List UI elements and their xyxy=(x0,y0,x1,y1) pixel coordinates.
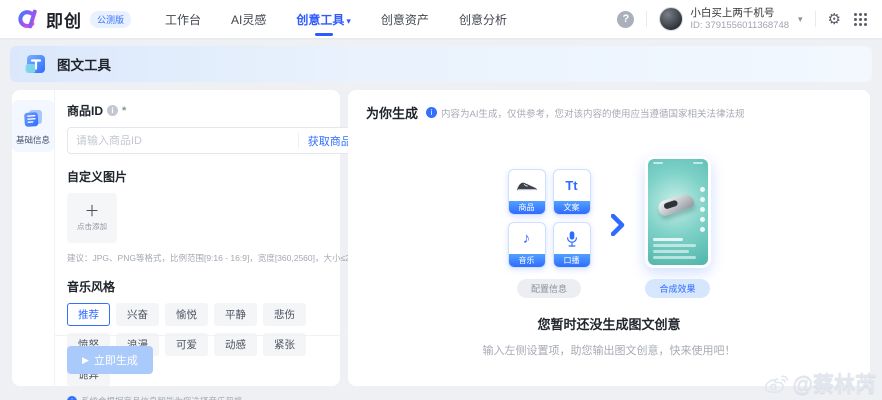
rail-item-basic-info[interactable]: 基础信息 xyxy=(12,100,54,152)
info-icon: i xyxy=(107,105,118,116)
config-card-label: 商品 xyxy=(509,201,545,214)
left-rail: 基础信息 xyxy=(12,90,55,386)
music-tag-sad[interactable]: 悲伤 xyxy=(263,303,306,326)
app-logo[interactable]: 即创 公测版 xyxy=(14,7,131,32)
page-header: 图文工具 xyxy=(10,46,872,82)
beta-badge: 公测版 xyxy=(90,11,131,28)
music-note-icon: ♪ xyxy=(523,230,531,247)
product-id-input-row: 获取商品 xyxy=(67,127,362,154)
phone-screen xyxy=(648,159,708,265)
nav-item-workbench[interactable]: 工作台 xyxy=(165,0,201,39)
chevron-down-icon: ▾ xyxy=(798,14,803,25)
config-card-copywriting: Tt 文案 xyxy=(553,169,591,215)
rail-item-label: 基础信息 xyxy=(16,134,50,146)
result-effect-pill: 合成效果 xyxy=(645,279,709,298)
help-icon[interactable]: ? xyxy=(617,11,634,28)
arrow-right-icon xyxy=(611,214,625,236)
text-icon: Tt xyxy=(565,178,577,193)
preview-panel: 为你生成 i 内容为AI生成，仅供参考，您对该内容的使用应当遵循国家相关法律法规 xyxy=(348,90,870,386)
config-card-music: ♪ 音乐 xyxy=(508,222,546,268)
product-id-label: 商品ID xyxy=(67,102,103,119)
result-phone-group: 合成效果 xyxy=(645,156,711,298)
generation-form: 商品ID i * 获取商品 自定义图片 ＋ 点击添加 建议：JPG、PNG等格式… xyxy=(55,90,376,386)
user-name: 小白买上两千机号 xyxy=(690,7,789,20)
watermark-text: @蔡林芮 xyxy=(793,368,876,398)
config-card-label: 口播 xyxy=(554,254,590,267)
disclaimer-text: 内容为AI生成，仅供参考，您对该内容的使用应当遵循国家相关法律法规 xyxy=(441,106,744,120)
info-icon: i xyxy=(426,107,437,118)
divider xyxy=(646,11,647,27)
product-shoe-image xyxy=(656,192,695,217)
music-tag-joyful[interactable]: 愉悦 xyxy=(165,303,208,326)
page-title: 图文工具 xyxy=(57,54,111,74)
music-note-text: 系统会根据商品信息智能为您选择音乐风格 xyxy=(81,395,243,400)
apps-grid-icon[interactable] xyxy=(853,12,868,27)
image-text-tool-icon xyxy=(24,52,48,76)
empty-state-illustration: 商品 Tt 文案 ♪ 音乐 xyxy=(366,156,852,358)
avatar xyxy=(659,7,683,31)
nav-item-creative-tools[interactable]: 创意工具▾ xyxy=(296,0,351,39)
music-style-note: i 系统会根据商品信息智能为您选择音乐风格 xyxy=(67,395,362,400)
empty-state-subtitle: 输入左侧设置项，助您输出图文创意，快来使用吧！ xyxy=(483,342,736,358)
custom-image-label: 自定义图片 xyxy=(67,168,362,185)
preview-title: 为你生成 xyxy=(366,103,418,122)
upload-hint-text: 点击添加 xyxy=(77,221,107,232)
weibo-logo-icon xyxy=(764,372,790,394)
video-caption-lines xyxy=(653,238,696,259)
nav-item-creative-analysis[interactable]: 创意分析 xyxy=(459,0,507,39)
microphone-icon xyxy=(565,230,579,248)
info-icon: i xyxy=(67,396,77,400)
ai-disclaimer: i 内容为AI生成，仅供参考，您对该内容的使用应当遵循国家相关法律法规 xyxy=(426,106,744,120)
form-footer: ▶ 立即生成 xyxy=(55,335,376,386)
phone-status-bar xyxy=(653,162,703,164)
required-mark: * xyxy=(122,105,126,117)
product-id-input[interactable] xyxy=(68,135,298,147)
config-card-voiceover: 口播 xyxy=(553,222,591,268)
music-style-label: 音乐风格 xyxy=(67,278,362,295)
settings-gear-icon[interactable]: ⚙ xyxy=(828,12,841,27)
play-icon: ▶ xyxy=(82,355,89,366)
logo-text: 即创 xyxy=(46,7,82,32)
video-action-icons xyxy=(700,187,705,232)
config-card-product: 商品 xyxy=(508,169,546,215)
nav-item-creative-assets[interactable]: 创意资产 xyxy=(381,0,429,39)
music-tag-excited[interactable]: 兴奋 xyxy=(116,303,159,326)
empty-state-title: 您暂时还没生成图文创意 xyxy=(537,314,680,333)
config-card-label: 文案 xyxy=(554,201,590,214)
shoe-icon xyxy=(515,179,539,193)
config-info-pill: 配置信息 xyxy=(517,279,581,298)
weibo-watermark: @蔡林芮 xyxy=(764,368,876,398)
image-upload-box[interactable]: ＋ 点击添加 xyxy=(67,193,117,243)
nav-item-ai-inspiration[interactable]: AI灵感 xyxy=(231,0,266,39)
preview-header: 为你生成 i 内容为AI生成，仅供参考，您对该内容的使用应当遵循国家相关法律法规 xyxy=(366,103,852,122)
jichuang-logo-icon xyxy=(14,8,40,30)
documents-icon xyxy=(21,106,45,130)
phone-mockup xyxy=(645,156,711,268)
generate-button-label: 立即生成 xyxy=(94,352,138,368)
topnav-right: ? 小白买上两千机号 ID: 3791556011368748 ▾ ⚙ xyxy=(617,7,868,32)
music-tag-recommended[interactable]: 推荐 xyxy=(67,303,110,326)
settings-panel: 基础信息 商品ID i * 获取商品 自定义图片 ＋ 点击添加 建议：JPG、P… xyxy=(12,90,340,386)
music-tag-calm[interactable]: 平静 xyxy=(214,303,257,326)
nav-item-label: 创意工具 xyxy=(296,13,344,27)
image-format-hint: 建议：JPG、PNG等格式，比例范围[9:16 - 16:9]，宽度[360,2… xyxy=(67,252,362,264)
user-account-menu[interactable]: 小白买上两千机号 ID: 3791556011368748 ▾ xyxy=(659,7,802,32)
top-navbar: 即创 公测版 工作台 AI灵感 创意工具▾ 创意资产 创意分析 ? 小白买上两千… xyxy=(0,0,882,38)
config-cards-group: 商品 Tt 文案 ♪ 音乐 xyxy=(508,169,591,298)
generate-button[interactable]: ▶ 立即生成 xyxy=(67,346,153,374)
chevron-down-icon: ▾ xyxy=(346,16,351,26)
config-card-label: 音乐 xyxy=(509,254,545,267)
plus-icon: ＋ xyxy=(84,204,99,219)
divider xyxy=(815,11,816,27)
main-nav: 工作台 AI灵感 创意工具▾ 创意资产 创意分析 xyxy=(165,0,507,39)
product-id-label-row: 商品ID i * xyxy=(67,102,362,119)
user-id: ID: 3791556011368748 xyxy=(690,20,789,32)
